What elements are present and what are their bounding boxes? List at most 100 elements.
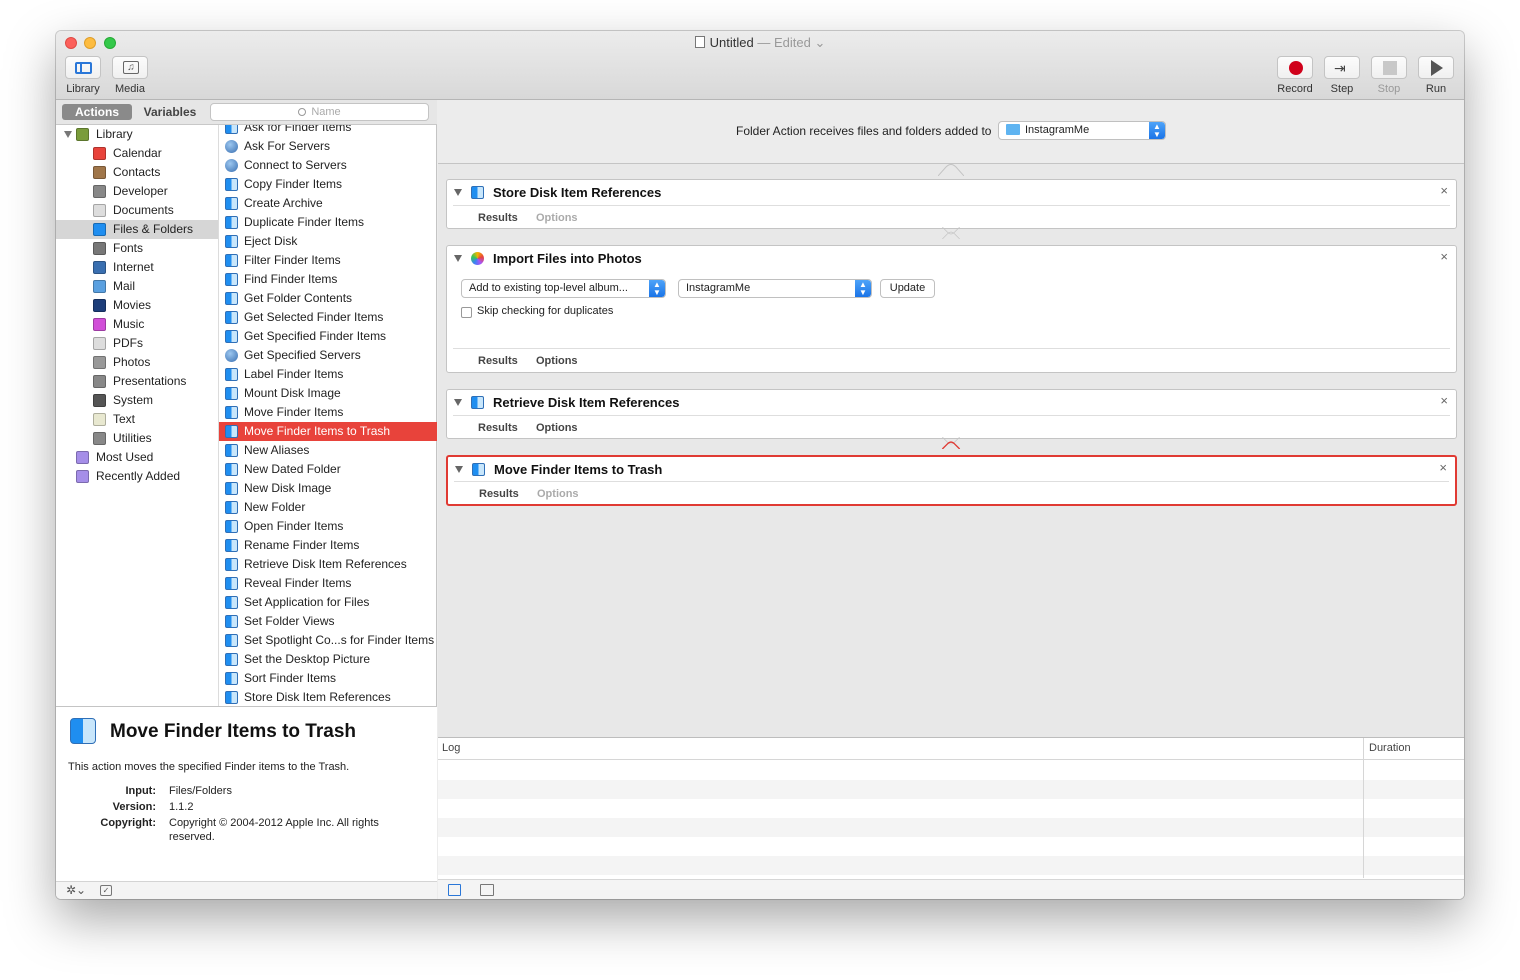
stop-button[interactable]: Stop bbox=[1370, 56, 1408, 95]
action-list-item[interactable]: Get Selected Finder Items bbox=[219, 308, 437, 327]
media-button[interactable]: ♫ Media bbox=[111, 56, 149, 95]
search-input[interactable]: Name bbox=[210, 103, 429, 121]
library-category[interactable]: Fonts bbox=[56, 239, 218, 258]
album-popup[interactable]: InstagramMe ▲ ▼ bbox=[678, 279, 872, 298]
results-tab[interactable]: Results bbox=[478, 422, 518, 434]
library-button[interactable]: Library bbox=[64, 56, 102, 95]
duration-column-header[interactable]: Duration bbox=[1369, 742, 1411, 754]
action-list-item[interactable]: Get Specified Servers bbox=[219, 346, 437, 365]
album-mode-popup[interactable]: Add to existing top-level album... ▲ ▼ bbox=[461, 279, 666, 298]
action-list-item[interactable]: Get Folder Contents bbox=[219, 289, 437, 308]
library-category[interactable]: Most Used bbox=[56, 448, 218, 467]
results-tab[interactable]: Results bbox=[478, 355, 518, 367]
disclosure-triangle-icon[interactable] bbox=[455, 466, 463, 473]
gear-icon[interactable]: ✲⌄ bbox=[66, 883, 86, 897]
library-category[interactable]: Music bbox=[56, 315, 218, 334]
action-list-item[interactable]: Create Archive bbox=[219, 194, 437, 213]
category-icon bbox=[93, 185, 106, 198]
tab-actions[interactable]: Actions bbox=[62, 104, 132, 120]
close-icon[interactable]: × bbox=[1440, 249, 1448, 264]
results-tab[interactable]: Results bbox=[478, 212, 518, 224]
window-title[interactable]: Untitled — Edited ⌄ bbox=[56, 35, 1464, 51]
action-list-item[interactable]: Reveal Finder Items bbox=[219, 574, 437, 593]
options-tab[interactable]: Options bbox=[536, 355, 578, 367]
action-list-item[interactable]: Set Spotlight Co...s for Finder Items bbox=[219, 631, 437, 650]
action-list-item[interactable]: Mount Disk Image bbox=[219, 384, 437, 403]
show-variables-icon[interactable] bbox=[480, 884, 494, 896]
action-list-item[interactable]: Move Finder Items to Trash bbox=[219, 422, 437, 441]
action-list-item[interactable]: Connect to Servers bbox=[219, 156, 437, 175]
disclosure-triangle-icon[interactable] bbox=[454, 189, 462, 196]
run-button[interactable]: Run bbox=[1417, 56, 1455, 95]
library-category[interactable]: Documents bbox=[56, 201, 218, 220]
library-category[interactable]: Utilities bbox=[56, 429, 218, 448]
update-button[interactable]: Update bbox=[880, 279, 935, 298]
action-list-item[interactable]: Eject Disk bbox=[219, 232, 437, 251]
library-category[interactable]: Photos bbox=[56, 353, 218, 372]
library-category[interactable]: Movies bbox=[56, 296, 218, 315]
skip-duplicates-checkbox[interactable] bbox=[461, 307, 472, 318]
library-category[interactable]: Calendar bbox=[56, 144, 218, 163]
show-log-icon[interactable] bbox=[448, 884, 461, 896]
library-category[interactable]: Developer bbox=[56, 182, 218, 201]
action-list-item[interactable]: Retrieve Disk Item References bbox=[219, 555, 437, 574]
library-category[interactable]: Presentations bbox=[56, 372, 218, 391]
action-list-item[interactable]: Find Finder Items bbox=[219, 270, 437, 289]
options-tab[interactable]: Options bbox=[537, 488, 579, 500]
action-list-item[interactable]: Set Folder Views bbox=[219, 612, 437, 631]
close-icon[interactable]: × bbox=[1440, 183, 1448, 198]
action-list-item[interactable]: New Aliases bbox=[219, 441, 437, 460]
action-list-item[interactable]: Label Finder Items bbox=[219, 365, 437, 384]
action-list-item[interactable]: Duplicate Finder Items bbox=[219, 213, 437, 232]
folder-popup[interactable]: InstagramMe ▲ ▼ bbox=[998, 121, 1166, 140]
action-list-item[interactable]: New Disk Image bbox=[219, 479, 437, 498]
action-list-item[interactable]: New Folder bbox=[219, 498, 437, 517]
action-card-import-photos[interactable]: Import Files into Photos × Add to existi… bbox=[446, 245, 1457, 373]
action-list-item[interactable]: Set the Desktop Picture bbox=[219, 650, 437, 669]
action-label: Set Folder Views bbox=[244, 614, 335, 628]
disclosure-triangle-icon[interactable] bbox=[454, 399, 462, 406]
close-icon[interactable]: × bbox=[1440, 393, 1448, 408]
action-card-retrieve[interactable]: Retrieve Disk Item References × Results … bbox=[446, 389, 1457, 439]
action-list-item[interactable]: Get Specified Finder Items bbox=[219, 327, 437, 346]
action-list-item[interactable]: Move Finder Items bbox=[219, 403, 437, 422]
results-tab[interactable]: Results bbox=[479, 488, 519, 500]
category-icon bbox=[93, 394, 106, 407]
action-card-move-to-trash[interactable]: Move Finder Items to Trash × Results Opt… bbox=[446, 455, 1457, 506]
tab-variables[interactable]: Variables bbox=[136, 104, 204, 120]
close-icon[interactable]: × bbox=[1439, 460, 1447, 475]
action-list-item[interactable]: Ask for Finder Items bbox=[219, 125, 437, 137]
action-list-item[interactable]: Filter Finder Items bbox=[219, 251, 437, 270]
options-tab[interactable]: Options bbox=[536, 422, 578, 434]
action-list-item[interactable]: Rename Finder Items bbox=[219, 536, 437, 555]
library-category[interactable]: Contacts bbox=[56, 163, 218, 182]
library-category[interactable]: PDFs bbox=[56, 334, 218, 353]
window-title-text: Untitled bbox=[709, 35, 754, 50]
library-category[interactable]: Internet bbox=[56, 258, 218, 277]
action-list-item[interactable]: Sort Finder Items bbox=[219, 669, 437, 688]
record-button[interactable]: Record bbox=[1276, 56, 1314, 95]
library-category-label: Presentations bbox=[113, 374, 187, 388]
step-button[interactable]: ⇥ Step bbox=[1323, 56, 1361, 95]
library-category[interactable]: Files & Folders bbox=[56, 220, 218, 239]
library-category[interactable]: Library bbox=[56, 125, 218, 144]
card-footer: Results Options bbox=[453, 205, 1450, 229]
action-list-item[interactable]: Ask For Servers bbox=[219, 137, 437, 156]
action-list-item[interactable]: Set Application for Files bbox=[219, 593, 437, 612]
options-tab[interactable]: Options bbox=[536, 212, 578, 224]
library-category[interactable]: System bbox=[56, 391, 218, 410]
action-list-item[interactable]: New Dated Folder bbox=[219, 460, 437, 479]
action-card-store[interactable]: Store Disk Item References × Results Opt… bbox=[446, 179, 1457, 229]
library-category[interactable]: Mail bbox=[56, 277, 218, 296]
disclosure-triangle-icon[interactable] bbox=[454, 255, 462, 262]
disclosure-triangle-icon[interactable] bbox=[64, 131, 72, 138]
log-column-header[interactable]: Log bbox=[442, 742, 460, 754]
library-category[interactable]: Recently Added bbox=[56, 467, 218, 486]
action-label: Get Specified Servers bbox=[244, 348, 361, 362]
action-list-item[interactable]: Copy Finder Items bbox=[219, 175, 437, 194]
card-title: Move Finder Items to Trash bbox=[494, 462, 663, 477]
library-category[interactable]: Text bbox=[56, 410, 218, 429]
action-list-item[interactable]: Open Finder Items bbox=[219, 517, 437, 536]
description-toggle-icon[interactable]: ✓ bbox=[100, 885, 112, 896]
action-list-item[interactable]: Store Disk Item References bbox=[219, 688, 437, 706]
